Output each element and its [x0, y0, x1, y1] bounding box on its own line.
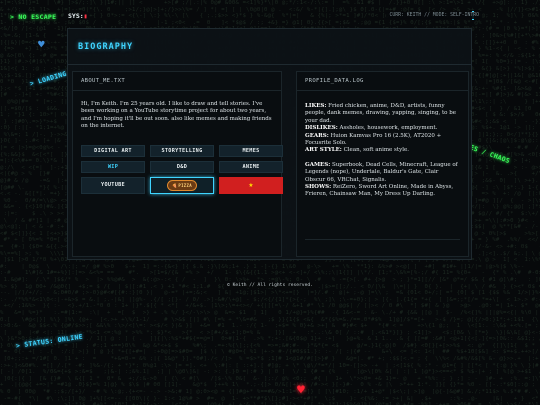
profile-key: LIKES:: [305, 103, 327, 109]
profile-row-games: GAMES: Superbook, Dead Cells, Minecraft,…: [305, 162, 460, 184]
tag-dnd[interactable]: D&D: [150, 160, 214, 173]
tag-flag[interactable]: ★: [219, 176, 283, 194]
profile-key: ART STYLE:: [305, 147, 342, 154]
tag-wip[interactable]: WIP: [81, 160, 145, 173]
divider: [305, 239, 460, 240]
mode-ticker: CURR: KEITH // MODE: SELF-INTRO: [386, 12, 482, 19]
tag-anime[interactable]: ANIME: [219, 160, 283, 173]
profile-value: Assholes, housework, employment.: [339, 125, 438, 132]
profile-key: GEARS:: [305, 132, 329, 139]
about-filename: ABOUT_ME.TXT: [73, 78, 281, 91]
system-dot-icon: ▮: [83, 12, 88, 20]
footer-text: © Keith // All rights reserved.: [225, 283, 315, 288]
profile-row-likes: LIKES: Fried chicken, anime, D&D, artist…: [305, 103, 460, 125]
pizza-label: PIZZA: [178, 182, 192, 188]
profile-row-dislikes: DISLIKES: Assholes, housework, employmen…: [305, 125, 460, 132]
profile-key: SHOWS:: [305, 184, 332, 191]
biography-panel: BIOGRAPHY ABOUT_ME.TXT Hi, I'm Keith. I'…: [67, 28, 472, 260]
profile-value: Fried chicken, anime, D&D, artists, funn…: [305, 103, 457, 124]
profile-window: PROFILE_DATA.LOG LIKES: Fried chicken, a…: [296, 71, 469, 257]
panel-title: BIOGRAPHY: [78, 41, 134, 52]
star-icon: ★: [248, 180, 254, 190]
profile-key: DISLIKES:: [305, 125, 338, 132]
tag-youtube[interactable]: YOUTUBE: [81, 176, 145, 194]
profile-row-shows: SHOWS: ReiZero, Sword Art Online, Made i…: [305, 184, 460, 199]
about-window: ABOUT_ME.TXT Hi, I'm Keith. I'm 25 years…: [72, 71, 283, 257]
profile-filename: PROFILE_DATA.LOG: [297, 78, 468, 91]
profile-row-gears: GEARS: Huion Kamvas Pro 16 (2.5K), AT202…: [305, 133, 460, 148]
profile-row-art-style: ART STYLE: Clean, soft anime style.: [305, 147, 460, 154]
tag-pizza[interactable]: 🍕 PIZZA: [150, 176, 214, 194]
profile-value: Clean, soft anime style.: [343, 147, 409, 154]
system-indicator: SYS:▮: [68, 12, 88, 20]
tag-memes[interactable]: MEMES: [219, 144, 283, 157]
pizza-icon: 🍕: [172, 182, 178, 188]
heart-icon[interactable]: ♥: [297, 384, 305, 397]
profile-list: LIKES: Fried chicken, anime, D&D, artist…: [305, 103, 460, 199]
tag-storytelling[interactable]: STORYTELLING: [150, 144, 214, 157]
no-escape-tag: > NO ESCAPE: [10, 13, 57, 21]
interest-tags: DIGITAL ART STORYTELLING MEMES WIP D&D A…: [81, 144, 283, 194]
profile-key: GAMES:: [305, 161, 331, 168]
system-label: SYS:: [68, 12, 84, 20]
pizza-badge: 🍕 PIZZA: [167, 179, 197, 191]
heart-icon[interactable]: ♥: [38, 39, 48, 50]
tag-digital-art[interactable]: DIGITAL ART: [81, 144, 145, 157]
panel-header: BIOGRAPHY: [68, 29, 471, 65]
footer: © Keith // All rights reserved.: [0, 283, 540, 288]
about-text: Hi, I'm Keith. I'm 25 years old. I like …: [81, 101, 272, 130]
